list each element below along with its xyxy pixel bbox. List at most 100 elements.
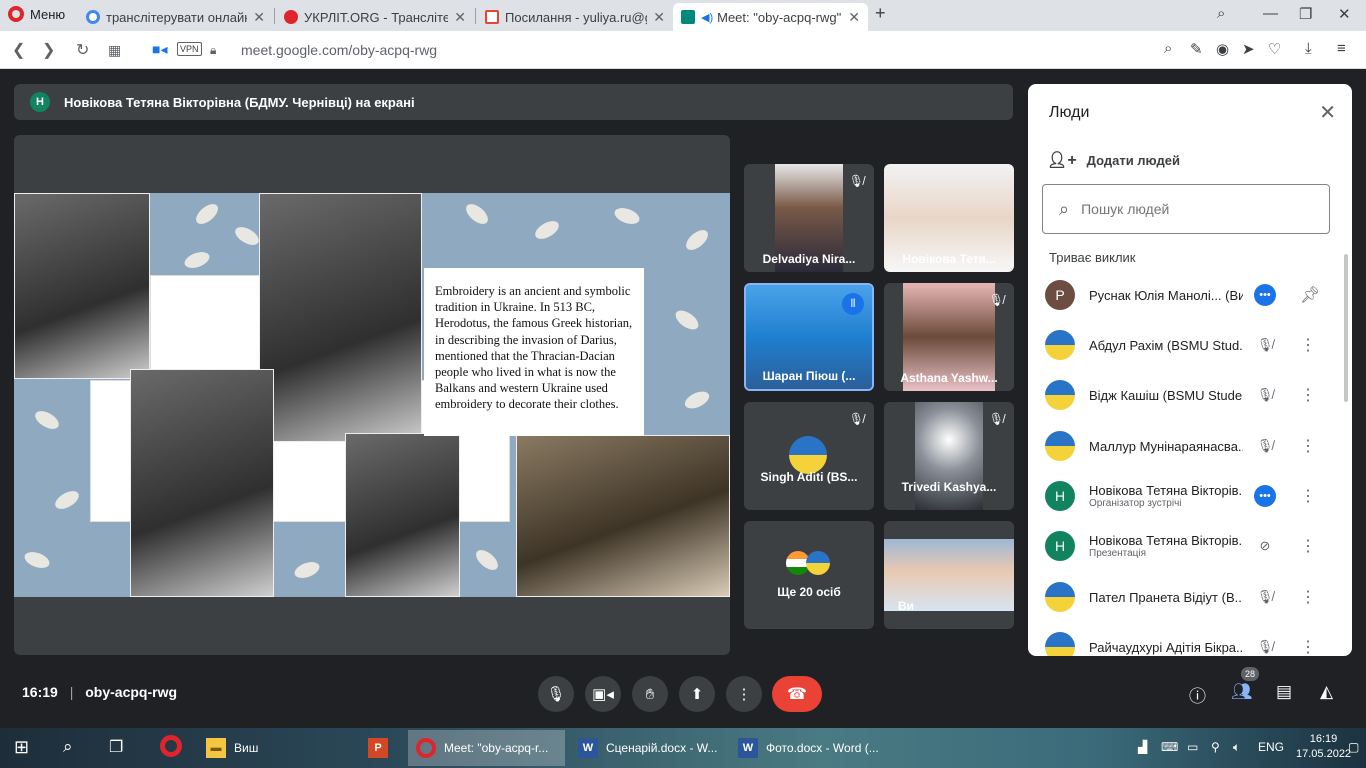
presentation-area[interactable]: Embroidery is an ancient and symbolic tr… xyxy=(14,135,730,655)
more-options-button[interactable]: ⋮ xyxy=(726,676,762,712)
participant-row[interactable]: Н Новікова Тетяна Вікторів... Презентація… xyxy=(1045,521,1340,571)
more-vert-icon[interactable]: ⋮ xyxy=(1300,385,1316,405)
microphone-button[interactable]: 🎙︎ xyxy=(538,676,574,712)
taskbar-word-photo[interactable]: W Фото.docx - Word (... xyxy=(730,730,886,766)
url-field[interactable]: meet.google.com/oby-acpq-rwg xyxy=(241,42,437,58)
search-icon[interactable]: ⌕ xyxy=(63,737,73,757)
taskbar-powerpoint[interactable]: P xyxy=(360,730,402,766)
close-tab-icon[interactable]: ✕ xyxy=(653,9,665,26)
tab-search-icon[interactable]: ⌕ xyxy=(1217,5,1225,22)
avatar xyxy=(1045,632,1075,656)
search-input[interactable] xyxy=(1081,201,1302,217)
participant-tile[interactable]: ⦀ Шаран Піюш (... xyxy=(744,283,874,391)
google-icon xyxy=(86,10,100,24)
lock-icon[interactable]: 🔒︎ xyxy=(210,43,216,58)
mic-off-icon: 🎙︎̸ xyxy=(848,174,864,188)
add-people-button[interactable]: 👤︎+ Додати людей xyxy=(1047,150,1180,170)
taskbar-word-scenario[interactable]: W Сценарій.docx - W... xyxy=(570,730,725,766)
avatar xyxy=(1045,582,1075,612)
participant-tile[interactable]: 🎙︎̸ Delvadiya Nira... xyxy=(744,164,874,272)
participant-row[interactable]: Райчаудхурі Адітія Бікра... 🎙︎̸ ⋮ xyxy=(1045,622,1340,656)
pin-icon[interactable]: 📌︎ xyxy=(1300,285,1320,305)
tab-gmail[interactable]: Посилання - yuliya.ru@gm ✕ xyxy=(477,3,673,31)
scrollbar[interactable] xyxy=(1344,254,1348,402)
participant-tile[interactable]: 🎙︎̸ Trivedi Kashya... xyxy=(884,402,1014,510)
tabs-grid-icon[interactable]: ▦ xyxy=(108,42,121,59)
keyboard-icon[interactable]: ⌨ xyxy=(1161,740,1178,754)
opera-icon[interactable] xyxy=(160,735,182,757)
taskbar-explorer[interactable]: ▬ Виш xyxy=(198,730,354,766)
more-vert-icon[interactable]: ⋮ xyxy=(1300,486,1316,506)
search-icon: ⌕ xyxy=(1059,198,1070,219)
download-icon[interactable]: ⤓ xyxy=(1305,40,1312,57)
more-vert-icon[interactable]: ⋮ xyxy=(1300,587,1316,607)
tab-transliteration[interactable]: транслітерувати онлайн - ✕ xyxy=(78,3,273,31)
presenting-banner: Н Новікова Тетяна Вікторівна (БДМУ. Черн… xyxy=(14,84,1013,120)
restore-icon[interactable]: ❐ xyxy=(1299,5,1312,23)
snapshot-icon[interactable]: ◉ xyxy=(1216,40,1229,58)
raise-hand-button[interactable]: ✋︎ xyxy=(632,676,668,712)
people-tray-icon[interactable]: ▟ xyxy=(1138,740,1147,754)
more-vert-icon[interactable]: ⋮ xyxy=(1300,335,1316,355)
more-options-dots-icon[interactable]: ••• xyxy=(1254,284,1276,306)
people-icon[interactable]: 👥︎ xyxy=(1231,682,1253,702)
leave-call-button[interactable]: ☎︎ xyxy=(772,676,822,712)
avatar: Р xyxy=(1045,280,1075,310)
more-options-dots-icon[interactable]: ••• xyxy=(1254,485,1276,507)
close-icon[interactable]: ✕ xyxy=(1319,100,1336,125)
volume-icon[interactable]: 🔈︎ xyxy=(1233,740,1240,755)
windows-taskbar: ⊞ ⌕ ❐ ▬ Виш P Meet: "oby-acpq-r... W Сцена… xyxy=(0,728,1366,768)
opera-menu-button[interactable]: Меню xyxy=(8,6,65,22)
taskbar-opera-meet[interactable]: Meet: "oby-acpq-r... xyxy=(408,730,565,766)
tab-ukrlit[interactable]: УКРЛІТ.ORG - Транслітера✕ xyxy=(276,3,474,31)
more-vert-icon[interactable]: ⋮ xyxy=(1300,436,1316,456)
info-icon[interactable]: ⓘ xyxy=(1189,682,1206,707)
self-view-tile[interactable]: Ви xyxy=(884,521,1014,629)
archive-photo xyxy=(345,433,460,597)
task-view-icon[interactable]: ❐ xyxy=(109,737,123,757)
present-off-icon: ⊘ xyxy=(1259,538,1271,553)
participant-tile[interactable]: 🎙︎̸ Asthana Yashw... xyxy=(884,283,1014,391)
search-people-field[interactable]: ⌕ xyxy=(1042,184,1330,234)
back-icon[interactable]: ❮ xyxy=(12,40,25,60)
participant-tile[interactable]: Новікова Тетя... xyxy=(884,164,1014,272)
search-icon[interactable]: ⌕ xyxy=(1164,40,1172,57)
close-tab-icon[interactable]: ✕ xyxy=(848,9,860,26)
heart-icon[interactable]: ♡ xyxy=(1268,40,1281,58)
chat-icon[interactable]: ▤ xyxy=(1276,682,1292,702)
participant-row[interactable]: Вiдж Кашiш (BSMU Stude... 🎙︎̸ ⋮ xyxy=(1045,370,1340,420)
menu-icon[interactable]: ≡ xyxy=(1337,40,1346,57)
usb-icon[interactable]: ⚲ xyxy=(1211,740,1220,754)
camera-button[interactable]: ▣◂ xyxy=(585,676,621,712)
present-button[interactable]: ⬆ xyxy=(679,676,715,712)
participant-row[interactable]: Н Новікова Тетяна Вікторів... Організатор… xyxy=(1045,471,1340,521)
new-tab-button[interactable]: + xyxy=(875,3,886,24)
system-clock[interactable]: 16:19 17.05.2022 xyxy=(1296,732,1351,762)
participant-row[interactable]: Р Руснак Юлія Манолі... (Ви) ••• 📌︎ xyxy=(1045,270,1340,320)
send-icon[interactable]: ➤ xyxy=(1242,40,1255,58)
participant-row[interactable]: Маллур Мунінараянасва... 🎙︎̸ ⋮ xyxy=(1045,421,1340,471)
participant-tile[interactable]: 🎙︎̸ Singh Aditi (BS... xyxy=(744,402,874,510)
participant-row[interactable]: Пател Пранета Відіут (В... 🎙︎̸ ⋮ xyxy=(1045,572,1340,622)
minimize-icon[interactable]: — xyxy=(1263,5,1278,22)
camera-indicator-icon[interactable]: ■◂ xyxy=(152,41,167,58)
forward-icon[interactable]: ❯ xyxy=(42,40,55,60)
reload-icon[interactable]: ↻ xyxy=(76,40,89,60)
mic-off-icon: 🎙︎̸ xyxy=(1256,337,1274,352)
tab-meet[interactable]: ◀) Meet: "oby-acpq-rwg" ✕ xyxy=(673,3,868,31)
close-tab-icon[interactable]: ✕ xyxy=(253,9,265,26)
opera-icon xyxy=(416,738,436,758)
windows-start-icon[interactable]: ⊞ xyxy=(14,737,29,758)
more-vert-icon[interactable]: ⋮ xyxy=(1300,536,1316,556)
network-icon[interactable]: ▭ xyxy=(1187,740,1198,754)
language-indicator[interactable]: ENG xyxy=(1258,740,1284,754)
close-tab-icon[interactable]: ✕ xyxy=(454,9,466,26)
edit-icon[interactable]: ✎ xyxy=(1190,40,1203,58)
participant-row[interactable]: Абдул Рахім (BSMU Stud... 🎙︎̸ ⋮ xyxy=(1045,320,1340,370)
notifications-icon[interactable]: ▢ xyxy=(1348,740,1359,754)
activities-icon[interactable]: ◭ xyxy=(1320,682,1333,702)
more-vert-icon[interactable]: ⋮ xyxy=(1300,637,1316,656)
vpn-badge[interactable]: VPN xyxy=(177,42,202,56)
more-participants-tile[interactable]: Ще 20 осіб xyxy=(744,521,874,629)
close-window-icon[interactable]: ✕ xyxy=(1338,5,1351,23)
